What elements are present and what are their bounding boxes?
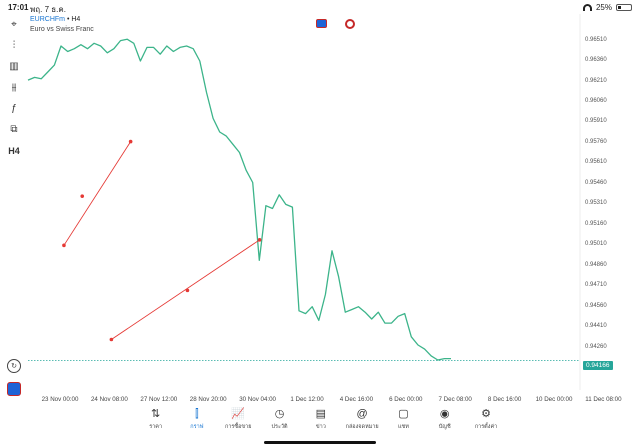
- nav-settings-icon: ⚙: [481, 408, 491, 420]
- time-tick-label: 30 Nov 04:00: [239, 396, 276, 403]
- trendline-1-handle-1[interactable]: [62, 243, 66, 248]
- trendline-1[interactable]: [63, 141, 132, 246]
- price-tick-label: 0.94410: [585, 323, 607, 330]
- price-tick-label: 0.94260: [585, 343, 607, 350]
- time-tick-label: 10 Dec 00:00: [535, 396, 573, 403]
- nav-history-label: ประวัติ: [271, 424, 288, 430]
- time-tick-label: 24 Nov 08:00: [90, 396, 128, 403]
- nav-trade-label: การซื้อขาย: [225, 424, 252, 430]
- time-tick-label: 23 Nov 00:00: [41, 396, 79, 403]
- trendline-2[interactable]: [111, 239, 260, 340]
- nav-history-icon: ◷: [274, 408, 285, 420]
- nav-news-icon: ▤: [315, 408, 327, 420]
- nav-quotes-icon: ⇅: [151, 408, 161, 420]
- price-tick-label: 0.95160: [585, 220, 607, 227]
- price-tick-label: 0.96210: [585, 77, 607, 84]
- time-tick-label: 4 Dec 16:00: [339, 396, 374, 403]
- price-tick-label: 0.95460: [585, 179, 607, 186]
- nav-news-label: ข่าว: [315, 424, 326, 430]
- price-tick-label: 0.94860: [585, 261, 607, 268]
- trendline-2-handle-1[interactable]: [109, 337, 114, 342]
- nav-accounts-icon: ◉: [439, 408, 450, 420]
- broker-logo-icon[interactable]: [7, 382, 21, 396]
- time-tick-label: 7 Dec 08:00: [438, 396, 472, 403]
- nav-mailbox-icon: @: [356, 408, 368, 420]
- time-tick-label: 6 Dec 00:00: [389, 396, 423, 403]
- nav-accounts-label: บัญชี: [438, 424, 451, 430]
- price-tick-label: 0.95310: [585, 200, 607, 207]
- price-chart[interactable]: [0, 0, 640, 447]
- price-tick-label: 0.94710: [585, 282, 607, 289]
- price-tick-label: 0.95010: [585, 241, 607, 248]
- nav-settings-label: การตั้งค่า: [474, 424, 498, 430]
- left-bottom-tools: ↻: [7, 359, 21, 405]
- nav-chat[interactable]: ▢ แชท: [383, 407, 424, 435]
- home-indicator[interactable]: [264, 441, 376, 444]
- trendline-1-handle-3[interactable]: [128, 139, 133, 144]
- time-tick-label: 11 Dec 08:00: [585, 396, 622, 403]
- nav-chat-icon: ▢: [398, 408, 409, 420]
- current-price-tag: 0.94166: [583, 361, 613, 370]
- nav-settings[interactable]: ⚙ การตั้งค่า: [465, 407, 506, 435]
- nav-trade[interactable]: 📈 การซื้อขาย: [218, 407, 259, 435]
- price-tick-label: 0.96060: [585, 97, 607, 104]
- nav-mailbox[interactable]: @ กล่องจดหมาย: [341, 407, 382, 435]
- time-tick-label: 27 Nov 12:00: [140, 396, 178, 403]
- price-tick-label: 0.95760: [585, 138, 607, 145]
- price-tick-label: 0.96510: [585, 36, 607, 43]
- nav-chart-icon: ⫿: [195, 408, 199, 420]
- nav-quotes[interactable]: ⇅ ราคา: [135, 407, 176, 435]
- nav-chat-label: แชท: [397, 424, 409, 430]
- price-tick-label: 0.94560: [585, 302, 607, 309]
- nav-chart[interactable]: ⫿ กราฟ: [176, 407, 217, 435]
- price-tick-label: 0.96360: [585, 57, 607, 64]
- time-tick-label: 28 Nov 20:00: [189, 396, 227, 403]
- bottom-navigation: ⇅ ราคา ⫿ กราฟ 📈 การซื้อขาย ◷ ประวัติ ▤ ข่าว @ กล่อง…: [135, 407, 507, 435]
- trendline-1-handle-2[interactable]: [80, 194, 85, 198]
- sync-icon[interactable]: ↻: [7, 359, 21, 373]
- trendline-2-handle-3[interactable]: [257, 238, 262, 242]
- price-tick-label: 0.95910: [585, 118, 607, 125]
- nav-history[interactable]: ◷ ประวัติ: [259, 407, 300, 435]
- nav-quotes-label: ราคา: [149, 424, 163, 430]
- time-tick-label: 8 Dec 16:00: [487, 396, 522, 403]
- nav-trade-icon: 📈: [231, 408, 246, 420]
- nav-mailbox-label: กล่องจดหมาย: [345, 424, 379, 430]
- nav-accounts[interactable]: ◉ บัญชี: [424, 407, 465, 435]
- trendline-2-handle-2[interactable]: [185, 288, 190, 293]
- nav-chart-label: กราฟ: [190, 424, 204, 430]
- price-tick-label: 0.95610: [585, 159, 607, 166]
- nav-news[interactable]: ▤ ข่าว: [300, 407, 341, 435]
- time-tick-label: 1 Dec 12:00: [290, 396, 324, 403]
- price-line: [27, 38, 451, 361]
